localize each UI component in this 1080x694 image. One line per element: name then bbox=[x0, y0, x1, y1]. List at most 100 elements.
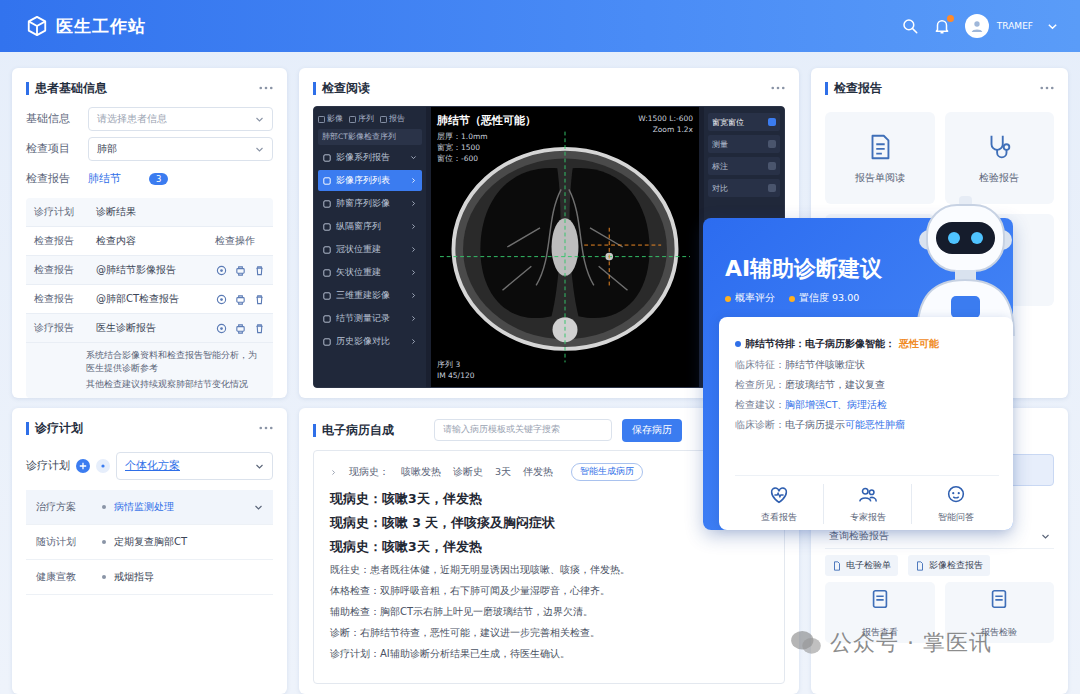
delete-icon[interactable] bbox=[254, 294, 265, 305]
print-icon[interactable] bbox=[235, 323, 246, 334]
emr-tag[interactable]: 现病史： bbox=[349, 466, 389, 479]
row-value: 检查内容 bbox=[96, 234, 215, 248]
table-row[interactable]: 检查报告 @肺部CT检查报告 bbox=[26, 285, 273, 314]
dot-icon bbox=[99, 462, 107, 470]
series-icon bbox=[323, 246, 331, 254]
ai-action[interactable]: 专家报告 bbox=[823, 484, 911, 524]
plan-item[interactable]: 随访计划 定期复查胸部CT bbox=[26, 525, 273, 560]
meta-item: 置信度 93.00 bbox=[789, 292, 859, 305]
emr-tag[interactable]: 伴发热 bbox=[523, 466, 553, 479]
more-icon[interactable] bbox=[771, 86, 785, 90]
avatar[interactable] bbox=[965, 14, 989, 38]
series-item[interactable]: 历史影像对比 bbox=[318, 331, 422, 352]
ai-action[interactable]: 智能问答 bbox=[911, 484, 999, 524]
side-tile[interactable]: 报告检验 bbox=[945, 582, 1055, 643]
delete-icon[interactable] bbox=[254, 323, 265, 334]
series-item[interactable]: 影像序列列表 bbox=[318, 170, 422, 191]
tool-chip bbox=[768, 162, 776, 170]
toolbar-item[interactable]: 序列 bbox=[349, 114, 374, 124]
report-tile[interactable]: 检验报告 bbox=[945, 112, 1055, 204]
ai-finding: 检查所见：磨玻璃结节，建议复查 bbox=[735, 375, 999, 395]
save-button[interactable]: 保存病历 bbox=[622, 419, 682, 442]
watermark: 公众号 · 掌医讯 bbox=[790, 628, 992, 658]
ct-scan-image bbox=[440, 131, 690, 363]
tool-row[interactable]: 窗宽窗位 bbox=[708, 113, 780, 131]
view-icon[interactable] bbox=[216, 294, 227, 305]
emr-tag[interactable]: 3天 bbox=[495, 466, 511, 479]
series-search[interactable]: 肺部CT影像检查序列 bbox=[318, 129, 422, 145]
panel-header: 诊疗计划 bbox=[26, 418, 273, 438]
chevron-down-icon[interactable] bbox=[1047, 21, 1058, 32]
more-icon[interactable] bbox=[259, 426, 273, 430]
series-icon bbox=[323, 177, 331, 185]
toolbar-item[interactable]: 影像 bbox=[318, 114, 343, 124]
tool-row[interactable]: 对比 bbox=[708, 179, 780, 197]
doctor-workstation: 医生工作站 TRAMEF 患者基础信息 基础信息 请选择患者信息 检查项目 肺部… bbox=[0, 0, 1080, 694]
table-row[interactable]: 诊疗报告 医生诊断报告 bbox=[26, 314, 273, 343]
report-chip[interactable]: 影像检查报告 bbox=[908, 555, 990, 576]
emr-tag[interactable]: 咳嗽发热 bbox=[401, 466, 441, 479]
option-button[interactable] bbox=[96, 459, 110, 473]
field-row: 检查项目 肺部 bbox=[26, 136, 273, 162]
table-row[interactable]: 检查报告 @肺结节影像报告 bbox=[26, 256, 273, 285]
plan-item[interactable]: 健康宣教 戒烟指导 bbox=[26, 560, 273, 595]
print-icon[interactable] bbox=[235, 265, 246, 276]
tool-row[interactable]: 标注 bbox=[708, 157, 780, 175]
more-icon[interactable] bbox=[1040, 86, 1054, 90]
tile-label: 报告单阅读 bbox=[855, 172, 905, 185]
more-icon[interactable] bbox=[259, 86, 273, 90]
side-tile[interactable]: 报告查看 bbox=[825, 582, 935, 643]
tool-icon bbox=[349, 116, 356, 123]
series-item[interactable]: 结节测量记录 bbox=[318, 308, 422, 329]
tool-chip bbox=[768, 184, 776, 192]
notification-button[interactable] bbox=[933, 17, 951, 35]
user-name[interactable]: TRAMEF bbox=[997, 21, 1033, 31]
field-label: 检查项目 bbox=[26, 142, 88, 156]
select-field[interactable]: 请选择患者信息 bbox=[88, 107, 273, 131]
view-icon[interactable] bbox=[216, 323, 227, 334]
image-meta: W:1500 L:-600Zoom 1.2x bbox=[638, 113, 693, 135]
chevron-right-icon bbox=[410, 200, 417, 207]
report-chip[interactable]: 电子检验单 bbox=[825, 555, 898, 576]
add-button[interactable] bbox=[76, 459, 90, 473]
tool-row[interactable]: 测量 bbox=[708, 135, 780, 153]
view-icon[interactable] bbox=[216, 265, 227, 276]
generate-button[interactable]: 智能生成病历 bbox=[571, 463, 643, 481]
series-item[interactable]: 矢状位重建 bbox=[318, 262, 422, 283]
print-icon[interactable] bbox=[235, 294, 246, 305]
plan-item-label: 治疗方案 bbox=[36, 500, 102, 514]
row-label: 检查报告 bbox=[34, 234, 96, 248]
chevron-down-icon bbox=[254, 503, 263, 512]
table-row[interactable]: 诊疗计划 诊断结果 bbox=[26, 198, 273, 227]
file-icon bbox=[915, 561, 925, 571]
ai-action[interactable]: 查看报告 bbox=[735, 484, 823, 524]
series-item[interactable]: 冠状位重建 bbox=[318, 239, 422, 260]
emr-tag[interactable]: 诊断史 bbox=[453, 466, 483, 479]
series-item[interactable]: 三维重建影像 bbox=[318, 285, 422, 306]
search-icon[interactable] bbox=[901, 17, 919, 35]
delete-icon[interactable] bbox=[254, 265, 265, 276]
ai-result-card: 肺结节待排：电子病历影像智能：恶性可能 临床特征：肺结节伴咳嗽症状检查所见：磨玻… bbox=[719, 317, 1013, 530]
ai-actions: 查看报告 专家报告 智能问答 bbox=[735, 475, 999, 524]
experts-icon bbox=[857, 484, 879, 506]
series-item[interactable]: 肺窗序列影像 bbox=[318, 193, 422, 214]
panel-title: 电子病历自成 bbox=[313, 424, 394, 437]
chevron-right-icon[interactable] bbox=[330, 469, 337, 476]
panel-title: 患者基础信息 bbox=[26, 82, 107, 95]
series-item[interactable]: 影像系列报告 bbox=[318, 147, 422, 168]
plan-item[interactable]: 治疗方案 病情监测处理 bbox=[26, 490, 273, 525]
series-icon bbox=[323, 292, 331, 300]
tag-value[interactable]: 肺结节 3 bbox=[88, 172, 273, 186]
select-field[interactable]: 肺部 bbox=[88, 137, 273, 161]
report-tile[interactable]: 报告单阅读 bbox=[825, 112, 935, 204]
series-item[interactable]: 纵隔窗序列 bbox=[318, 216, 422, 237]
plan-item-value: 病情监测处理 bbox=[102, 500, 254, 514]
table-row[interactable]: 检查报告 检查内容 检查操作 bbox=[26, 227, 273, 256]
emr-search[interactable]: 请输入病历模板或关键字搜索 bbox=[434, 419, 612, 441]
ct-image-area[interactable]: 肺结节（恶性可能） 层厚：1.0mm窗宽：1500窗位：-600 W:1500 … bbox=[431, 107, 699, 387]
toolbar-item[interactable]: 报告 bbox=[380, 114, 405, 124]
plan-select[interactable]: 个体化方案 bbox=[116, 452, 273, 480]
brand[interactable]: 医生工作站 bbox=[26, 15, 146, 38]
chevron-down-icon bbox=[255, 462, 264, 471]
image-annotation: 肺结节（恶性可能） 层厚：1.0mm窗宽：1500窗位：-600 bbox=[437, 113, 536, 164]
